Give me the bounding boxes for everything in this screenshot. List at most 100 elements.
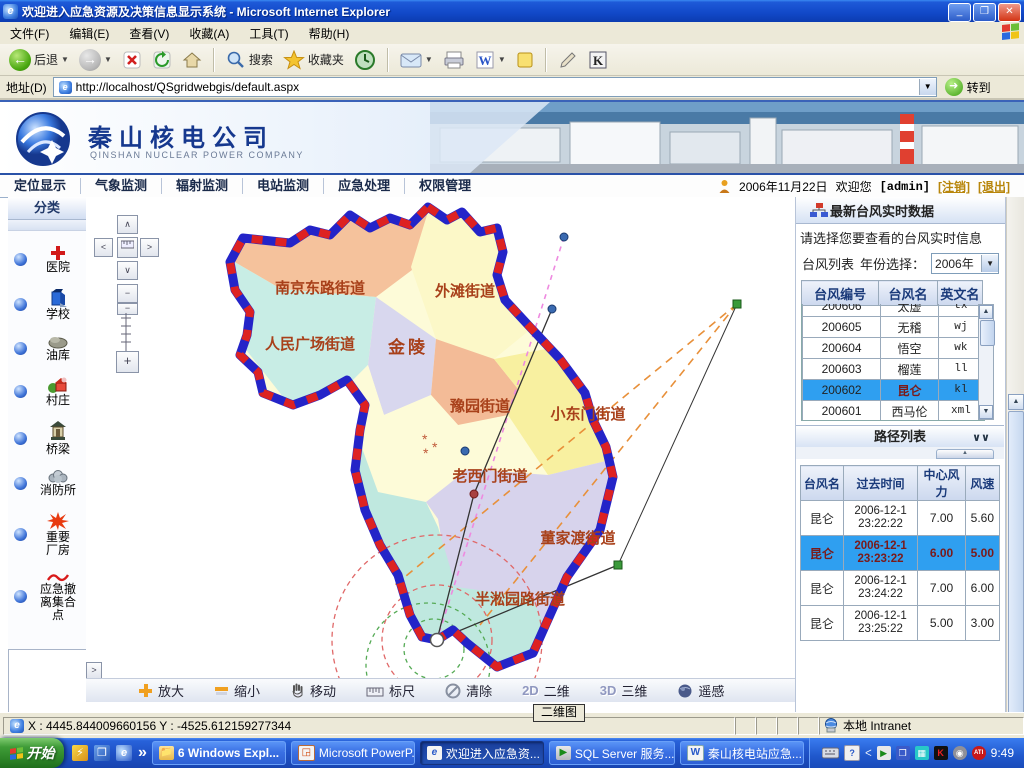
quicklaunch-ie-icon[interactable]: e <box>116 745 132 761</box>
edit-pen-button[interactable] <box>555 49 581 71</box>
grid-tray-icon[interactable]: ▦ <box>915 746 929 760</box>
exit-link[interactable]: [退出] <box>978 178 1010 195</box>
k-plugin-button[interactable]: K <box>585 49 611 71</box>
sidebar-item-village[interactable]: 村庄 <box>8 376 86 407</box>
taskbar-button-powerpoint[interactable]: ◲ Microsoft PowerP... <box>291 741 415 765</box>
typhoon-row[interactable]: 200604悟空wk <box>803 338 984 359</box>
year-select[interactable]: 2006年 ▼ <box>931 253 999 274</box>
path-list-bar[interactable]: 路径列表 ∨∨ <box>796 425 1004 449</box>
pan-up-button[interactable]: ∧ <box>117 215 138 234</box>
messenger-button[interactable] <box>513 50 537 70</box>
quicklaunch-overflow-icon[interactable]: » <box>138 744 147 762</box>
sidebar-item-assembly-point[interactable]: 应急撤离集合点 <box>8 571 86 622</box>
maximize-button[interactable]: ❐ <box>973 3 996 22</box>
back-caret-icon[interactable]: ▼ <box>61 55 69 64</box>
sidebar-item-key-plant[interactable]: 重要厂房 <box>8 511 86 557</box>
typhoon-row-selected[interactable]: 200602昆仑kl <box>803 380 984 401</box>
search-button[interactable]: 搜索 <box>223 49 276 71</box>
taskbar-button-explorer-group[interactable]: 📁 6 Windows Expl...▼ <box>152 741 286 765</box>
zoom-in-tool[interactable]: 放大 <box>138 681 184 700</box>
stop-button[interactable] <box>119 49 145 71</box>
splitter-grip[interactable]: ▲ <box>936 449 994 459</box>
pan-down-button[interactable]: ∨ <box>117 261 138 280</box>
pan-right-button[interactable]: > <box>140 238 159 257</box>
extent-button[interactable] <box>117 237 138 258</box>
scroll-down-icon[interactable]: ▼ <box>979 405 993 419</box>
go-button[interactable]: ➜ 转到 <box>945 78 991 96</box>
typhoon-list-scrollbar[interactable]: ▲ ▼ <box>978 304 994 420</box>
sidebar-item-oil-depot[interactable]: 油库 <box>8 335 86 362</box>
menu-file[interactable]: 文件(F) <box>0 22 59 45</box>
edit-caret-icon[interactable]: ▼ <box>498 55 506 64</box>
panel-splitter[interactable]: ▲ <box>796 447 1004 459</box>
ruler-tool[interactable]: 标尺 <box>366 681 415 700</box>
window-scrollbar[interactable]: ▲ ▼ <box>1006 197 1024 712</box>
typhoon-row[interactable]: 200603榴莲ll <box>803 359 984 380</box>
detail-row-selected[interactable]: 昆仑2006-12-1 23:23:226.005.00 <box>801 536 1000 571</box>
map-viewport[interactable]: * * * 南京东路街道 外滩街道 人民广场街道 金陵 豫园街道 小东门街道 老… <box>86 197 795 712</box>
typhoon-row[interactable]: 200606太虚tx <box>803 304 984 317</box>
favorites-button[interactable]: 收藏夹 <box>280 49 347 71</box>
clear-tool[interactable]: 清除 <box>445 681 492 700</box>
history-button[interactable] <box>351 48 379 72</box>
ati-tray-icon[interactable]: ATI <box>972 746 986 760</box>
mail-caret-icon[interactable]: ▼ <box>425 55 433 64</box>
collapse-chevron-icon[interactable]: ∨∨ <box>972 427 990 449</box>
keyboard-tray-icon[interactable] <box>822 747 839 759</box>
network-tray-icon[interactable]: ❒ <box>896 746 910 760</box>
back-button[interactable]: ←后退▼ <box>6 48 72 72</box>
zoom-out-tool[interactable]: 缩小 <box>214 681 260 700</box>
map-svg[interactable]: * * * 南京东路街道 外滩街道 人民广场街道 金陵 豫园街道 小东门街道 老… <box>86 197 795 678</box>
sidebar-item-fire-station[interactable]: 消防所 <box>8 470 86 497</box>
tray-collapse-icon[interactable]: ᐸ <box>865 748 872 759</box>
logout-link[interactable]: [注销] <box>938 178 970 195</box>
sidebar-item-school[interactable]: 学校 <box>8 288 86 321</box>
quicklaunch-desktop-icon[interactable]: ❐ <box>94 745 110 761</box>
tab-weather[interactable]: 气象监测 <box>81 178 162 194</box>
tab-permissions[interactable]: 权限管理 <box>405 178 485 194</box>
address-dropdown-icon[interactable]: ▼ <box>919 79 936 95</box>
forward-caret-icon[interactable]: ▼ <box>104 55 112 64</box>
detail-row[interactable]: 昆仑2006-12-1 23:25:225.003.00 <box>801 606 1000 641</box>
typhoon-row[interactable]: 200601西马伦xml <box>803 401 984 422</box>
print-button[interactable] <box>440 49 468 71</box>
clock[interactable]: 9:49 <box>991 746 1014 760</box>
scroll-up-icon[interactable]: ▲ <box>979 305 993 319</box>
detail-row[interactable]: 昆仑2006-12-1 23:22:227.005.60 <box>801 501 1000 536</box>
tab-emergency[interactable]: 应急处理 <box>324 178 405 194</box>
year-select-arrow-icon[interactable]: ▼ <box>981 255 998 272</box>
menu-favorites[interactable]: 收藏(A) <box>179 22 239 45</box>
home-button[interactable] <box>179 49 205 71</box>
taskbar-button-ie-current[interactable]: e 欢迎进入应急资... <box>420 741 544 765</box>
pan-tool[interactable]: 移动 <box>290 681 336 700</box>
scrollbar-up-icon[interactable]: ▲ <box>1008 394 1024 410</box>
quicklaunch-lightning-icon[interactable]: ⚡ <box>72 745 88 761</box>
typhoon-row[interactable]: 200605无稽wj <box>803 317 984 338</box>
menu-tools[interactable]: 工具(T) <box>239 22 298 45</box>
address-input[interactable]: e http://localhost/QSgridwebgis/default.… <box>53 77 937 97</box>
zoom-slider[interactable] <box>119 313 135 351</box>
zoom-in-slider-button[interactable]: + <box>116 351 139 373</box>
tab-station[interactable]: 电站监测 <box>243 178 324 194</box>
minimize-button[interactable]: _ <box>948 3 971 22</box>
mail-button[interactable]: ▼ <box>397 50 436 70</box>
taskbar-button-sqlserver[interactable]: ▶ SQL Server 服务... <box>549 741 675 765</box>
sql-tray-icon[interactable]: ▶ <box>877 746 891 760</box>
detail-row[interactable]: 昆仑2006-12-1 23:24:227.006.00 <box>801 571 1000 606</box>
volume-tray-icon[interactable]: ◉ <box>953 746 967 760</box>
sidebar-item-hospital[interactable]: 医院 <box>8 245 86 274</box>
tab-location[interactable]: 定位显示 <box>0 178 81 194</box>
menu-help[interactable]: 帮助(H) <box>299 22 360 45</box>
close-button[interactable]: ✕ <box>998 3 1021 22</box>
refresh-button[interactable] <box>149 49 175 71</box>
taskbar-button-word[interactable]: W 秦山核电站应急... <box>680 741 804 765</box>
sidebar-item-bridge[interactable]: 桥梁 <box>8 421 86 456</box>
start-button[interactable]: 开始 <box>0 738 64 768</box>
menu-edit[interactable]: 编辑(E) <box>59 22 119 45</box>
view-3d-tool[interactable]: 3D三维 <box>600 681 648 700</box>
view-2d-tool[interactable]: 2D二维 <box>522 681 570 700</box>
menu-view[interactable]: 查看(V) <box>119 22 179 45</box>
pan-left-button[interactable]: < <box>94 238 113 257</box>
scroll-thumb[interactable] <box>980 320 995 346</box>
antivirus-tray-icon[interactable]: K <box>934 746 948 760</box>
